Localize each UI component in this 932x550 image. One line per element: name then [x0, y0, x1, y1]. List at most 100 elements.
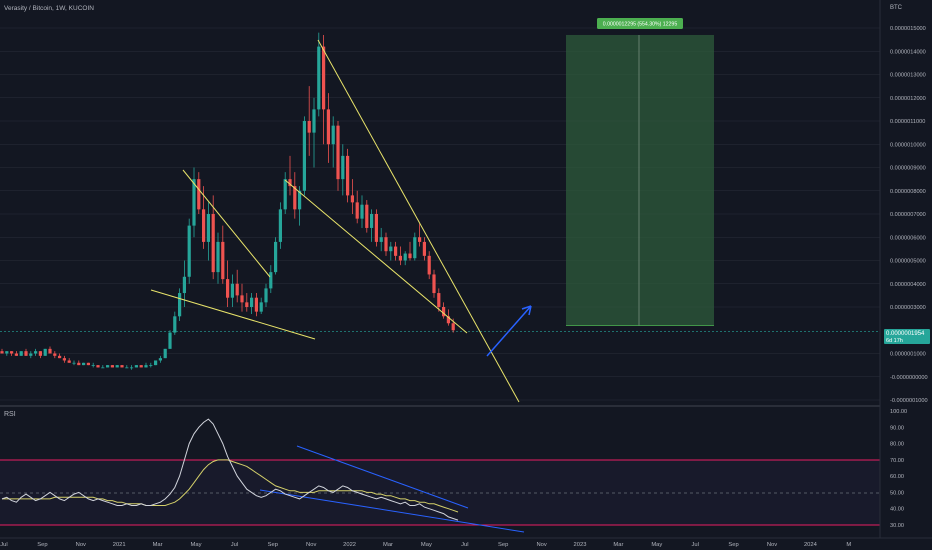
time-tick-label: M [846, 542, 851, 548]
candle-body [230, 283, 234, 298]
long-position-tool[interactable]: 0.0000012295 (554.30%) 12295 [566, 17, 714, 327]
candle-body [24, 351, 28, 356]
position-label: 0.0000012295 (554.30%) 12295 [603, 21, 678, 27]
candle-body [211, 214, 215, 273]
candle-body [422, 241, 426, 256]
candle-body [326, 109, 330, 145]
candle-body [115, 365, 119, 368]
candle-body [91, 365, 95, 366]
candle-body [149, 365, 153, 366]
candle-body [226, 279, 230, 298]
candle-body [182, 276, 186, 294]
candle-body [264, 288, 268, 303]
time-tick-label: Nov [767, 542, 777, 548]
time-tick-label: 2021 [113, 542, 126, 548]
candle-body [86, 362, 90, 366]
candle-body [259, 302, 263, 312]
candle-body [274, 241, 278, 273]
price-tick-label: 0.0000015000 [890, 26, 926, 32]
candle-body [0, 351, 4, 354]
price-tick-label: 0.0000004000 [890, 282, 926, 288]
candle-body [82, 362, 86, 366]
candle-body [187, 225, 191, 277]
trading-chart[interactable]: 0.0000012295 (554.30%) 12295 RSI BTC 0.0… [0, 0, 932, 550]
candle-body [350, 195, 354, 203]
profit-zone[interactable] [566, 34, 714, 326]
candle-body [134, 365, 138, 368]
candle-body [38, 351, 42, 356]
candle-body [307, 121, 311, 133]
candle-body [336, 125, 340, 180]
last-price-badge: 0.0000001954 6d 17h [884, 329, 930, 344]
candle-body [346, 155, 350, 196]
candle-body [317, 46, 321, 110]
candle-body [312, 109, 316, 133]
candle-body [197, 179, 201, 210]
price-tick-label: 0.0000014000 [890, 49, 926, 55]
time-tick-label: May [651, 542, 662, 548]
time-tick-label: Jul [691, 542, 698, 548]
candle-body [53, 353, 57, 356]
candle-body [206, 214, 210, 242]
candle-body [269, 272, 273, 289]
candle-body [302, 121, 306, 191]
last-price-countdown: 6d 17h [886, 338, 903, 344]
price-tick-label: -0.0000000000 [890, 375, 928, 381]
price-tick-label: 0.0000005000 [890, 259, 926, 265]
time-tick-label: Mar [153, 542, 163, 548]
time-tick-label: May [191, 542, 202, 548]
candle-body [67, 360, 71, 363]
rsi-tick-label: 40.00 [890, 507, 904, 513]
candle-body [158, 358, 162, 361]
candle-body [250, 297, 254, 307]
time-tick-label: Jul [0, 542, 7, 548]
candle-body [58, 355, 62, 359]
candle-body [14, 353, 18, 356]
candle-body [43, 348, 47, 356]
time-tick-label: Sep [268, 542, 278, 548]
rsi-title: RSI [4, 411, 16, 418]
candle-body [278, 209, 282, 242]
candle-body [19, 351, 23, 356]
candle-body [34, 351, 38, 354]
candle-body [254, 297, 258, 312]
candle-body [5, 351, 9, 354]
candle-body [10, 351, 14, 354]
candle-body [48, 348, 52, 354]
price-tick-label: 0.0000012000 [890, 96, 926, 102]
candle-body [120, 365, 124, 368]
candle-body [451, 323, 455, 331]
candle-body [418, 237, 422, 242]
candle-body [360, 204, 364, 219]
price-axis[interactable]: BTC [879, 0, 932, 550]
candle-body [163, 348, 167, 359]
last-price-label: 0.0000001954 [886, 331, 925, 337]
candle-body [389, 246, 393, 252]
time-tick-label: Jul [231, 542, 238, 548]
candle-body [379, 237, 383, 242]
candle-body [192, 179, 196, 226]
candle-body [355, 202, 359, 219]
rsi-tick-label: 70.00 [890, 458, 904, 464]
candle-body [173, 316, 177, 333]
time-tick-label: Nov [306, 542, 316, 548]
candle-body [322, 46, 326, 110]
candle-body [125, 367, 129, 369]
time-tick-label: 2023 [574, 542, 587, 548]
candle-body [154, 360, 158, 366]
candle-body [370, 214, 374, 228]
candle-body [235, 283, 239, 296]
candle-body [62, 358, 66, 361]
price-tick-label: -0.0000001000 [890, 398, 928, 404]
candle-body [365, 204, 369, 228]
time-tick-label: Jul [461, 542, 468, 548]
candle-body [130, 367, 134, 369]
price-tick-label: 0.0000007000 [890, 212, 926, 218]
rsi-tick-label: 60.00 [890, 474, 904, 480]
candle-body [72, 362, 76, 364]
candle-body [427, 255, 431, 275]
time-tick-label: Nov [76, 542, 86, 548]
time-tick-label: Sep [728, 542, 738, 548]
rsi-tick-label: 50.00 [890, 490, 904, 496]
candle-body [178, 293, 182, 317]
